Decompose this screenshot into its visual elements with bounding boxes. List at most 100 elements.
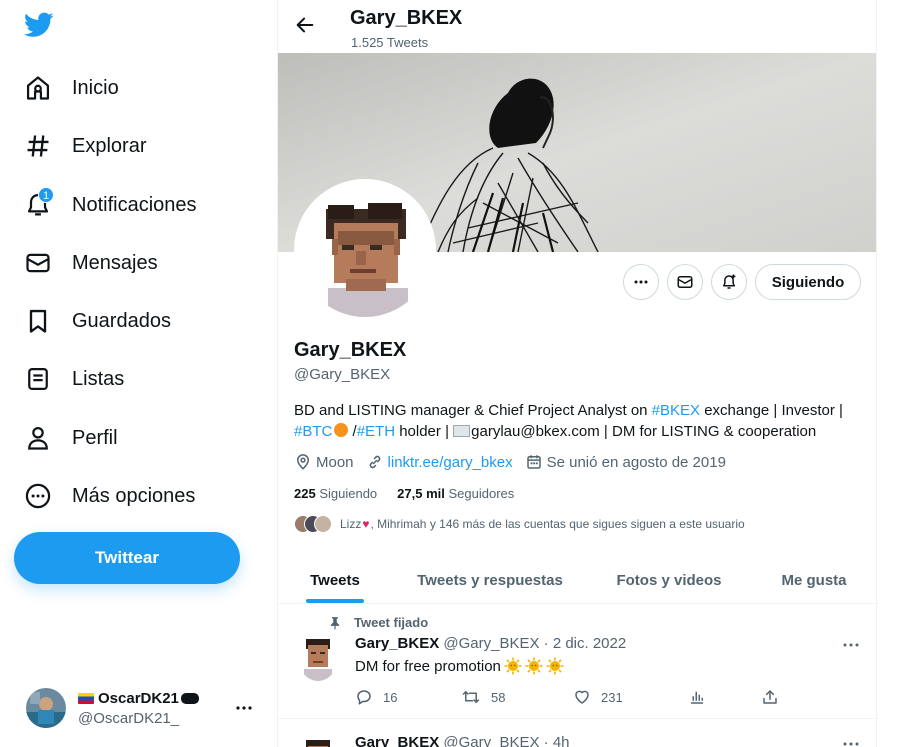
pinned-text: Tweet fijado bbox=[354, 615, 429, 630]
sidebar-item-listas[interactable]: Listas bbox=[24, 359, 124, 399]
sidebar-item-mas-opciones[interactable]: Más opciones bbox=[24, 476, 195, 516]
location-pin-icon bbox=[294, 453, 316, 471]
bell-plus-icon bbox=[720, 273, 738, 291]
sidebar-item-label: Inicio bbox=[72, 76, 119, 99]
profile-header-bar: Gary_BKEX 1.525 Tweets bbox=[278, 0, 876, 53]
sun-emoji-icon bbox=[525, 657, 543, 675]
tweet-more-icon[interactable] bbox=[841, 734, 861, 747]
following-count: 225 bbox=[294, 486, 316, 501]
account-switcher[interactable]: OscarDK21 @OscarDK21_ bbox=[26, 688, 260, 728]
join-date-text: Se unió en agosto de 2019 bbox=[546, 453, 726, 471]
bio-text: exchange | Investor | bbox=[700, 402, 843, 419]
tab-tweets[interactable]: Tweets bbox=[278, 556, 392, 604]
follow-stats: 225 Siguiendo 27,5 mil Seguidores bbox=[294, 486, 534, 501]
location: Moon bbox=[294, 453, 354, 471]
tweet[interactable]: Gary_BKEX @Gary_BKEX · 4h bbox=[278, 720, 876, 747]
like-count: 231 bbox=[601, 689, 623, 705]
tweet-author-name[interactable]: Gary_BKEX bbox=[355, 734, 439, 747]
sidebar-item-label: Mensajes bbox=[72, 251, 158, 274]
followed-by-name: Lizz bbox=[340, 517, 362, 531]
analytics-button[interactable] bbox=[688, 688, 706, 706]
sidebar-item-explorar[interactable]: Explorar bbox=[24, 126, 146, 166]
analytics-icon bbox=[688, 688, 706, 706]
profile-avatar[interactable] bbox=[294, 179, 436, 321]
profile-bio: BD and LISTING manager & Chief Project A… bbox=[294, 400, 864, 442]
message-button[interactable] bbox=[667, 264, 703, 300]
account-name: OscarDK21 bbox=[78, 690, 199, 707]
sidebar-item-inicio[interactable]: Inicio bbox=[24, 68, 119, 108]
share-button[interactable] bbox=[761, 688, 779, 706]
avatar[interactable] bbox=[298, 734, 338, 747]
tweet[interactable]: Tweet fijado Gary_BKEX @Gary_BKEX · 2 di… bbox=[278, 605, 876, 719]
sidebar-item-mensajes[interactable]: Mensajes bbox=[24, 243, 158, 283]
twitter-logo-icon[interactable] bbox=[24, 12, 56, 42]
more-circle-icon bbox=[24, 482, 52, 510]
tweet-header: Gary_BKEX @Gary_BKEX · 4h bbox=[355, 734, 570, 747]
sidebar-item-label: Explorar bbox=[72, 134, 147, 157]
pin-icon bbox=[328, 616, 342, 630]
back-arrow-icon[interactable] bbox=[294, 14, 318, 38]
followers-label: Seguidores bbox=[448, 486, 515, 501]
sidebar-item-label: Perfil bbox=[72, 426, 118, 449]
followed-by-text: , Mihrimah y 146 más de las cuentas que … bbox=[370, 517, 745, 531]
bio-text: / bbox=[348, 423, 357, 440]
list-icon bbox=[24, 365, 52, 393]
tweet-author-name[interactable]: Gary_BKEX bbox=[355, 635, 439, 652]
tab-tweets-y-respuestas[interactable]: Tweets y respuestas bbox=[392, 556, 588, 604]
sidebar: Inicio Explorar 1 Notificaciones Mensaje… bbox=[0, 0, 262, 747]
sidebar-item-guardados[interactable]: Guardados bbox=[24, 301, 171, 341]
avatar[interactable] bbox=[298, 633, 338, 681]
tweet-more-icon[interactable] bbox=[841, 635, 861, 655]
profile-column: Gary_BKEX 1.525 Tweets Siguiendo Gary_BK… bbox=[277, 0, 877, 747]
hashtag-link[interactable]: #BKEX bbox=[652, 402, 700, 419]
account-name-text: OscarDK21 bbox=[98, 690, 179, 707]
sidebar-item-perfil[interactable]: Perfil bbox=[24, 418, 118, 458]
following-button[interactable]: Siguiendo bbox=[755, 264, 861, 300]
hashtag-icon bbox=[24, 132, 52, 160]
pinned-label: Tweet fijado bbox=[328, 615, 428, 630]
bio-text: BD and LISTING manager & Chief Project A… bbox=[294, 402, 652, 419]
bio-text: holder | bbox=[395, 423, 454, 440]
notify-button[interactable] bbox=[711, 264, 747, 300]
website-link[interactable]: linktr.ee/gary_bkex bbox=[388, 454, 513, 471]
tweet-actions: 16 58 231 bbox=[355, 688, 795, 708]
calendar-icon bbox=[525, 453, 547, 471]
following-label: Siguiendo bbox=[319, 486, 378, 501]
heart-emoji-icon: ♥ bbox=[362, 517, 370, 531]
followers-count-link[interactable]: 27,5 mil Seguidores bbox=[397, 486, 514, 501]
page-title: Gary_BKEX bbox=[350, 7, 463, 29]
tweet-button[interactable]: Twittear bbox=[14, 532, 240, 584]
like-button[interactable]: 231 bbox=[573, 688, 623, 706]
reply-button[interactable]: 16 bbox=[355, 688, 397, 706]
sidebar-item-label: Guardados bbox=[72, 309, 171, 332]
profile-handle: @Gary_BKEX bbox=[294, 366, 391, 383]
heart-icon bbox=[573, 688, 591, 706]
link-icon bbox=[366, 453, 388, 471]
tab-me-gusta[interactable]: Me gusta bbox=[750, 556, 876, 604]
more-options-button[interactable] bbox=[623, 264, 659, 300]
retweet-icon bbox=[461, 688, 481, 706]
retweet-button[interactable]: 58 bbox=[461, 688, 505, 706]
sidebar-item-label: Listas bbox=[72, 367, 125, 390]
followed-by[interactable]: Lizz ♥ , Mihrimah y 146 más de las cuent… bbox=[294, 514, 745, 534]
sun-emoji-icon bbox=[504, 657, 522, 675]
more-icon bbox=[632, 273, 650, 291]
home-icon bbox=[24, 74, 52, 102]
tab-fotos-y-videos[interactable]: Fotos y videos bbox=[588, 556, 750, 604]
account-handle: @OscarDK21_ bbox=[78, 710, 180, 727]
hashtag-link[interactable]: #BTC bbox=[294, 423, 332, 440]
followers-count: 27,5 mil bbox=[397, 486, 445, 501]
avatar bbox=[26, 688, 66, 728]
tweet-text-content: DM for free promotion bbox=[355, 657, 501, 675]
hashtag-link[interactable]: #ETH bbox=[357, 423, 395, 440]
following-count-link[interactable]: 225 Siguiendo bbox=[294, 486, 377, 501]
website: linktr.ee/gary_bkex bbox=[366, 453, 513, 471]
tweet-count: 1.525 Tweets bbox=[351, 35, 429, 50]
profile-name: Gary_BKEX bbox=[294, 339, 407, 361]
location-text: Moon bbox=[316, 453, 354, 471]
more-icon[interactable] bbox=[232, 698, 256, 718]
notification-badge: 1 bbox=[38, 187, 54, 203]
gamepad-icon bbox=[180, 693, 199, 704]
sidebar-item-notificaciones[interactable]: 1 Notificaciones bbox=[24, 185, 197, 225]
share-icon bbox=[761, 688, 779, 706]
